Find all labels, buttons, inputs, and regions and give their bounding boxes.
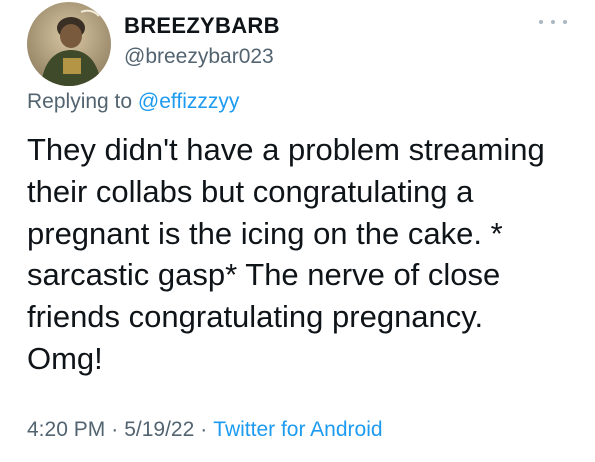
dot <box>551 20 555 24</box>
tweet-text-line: their collabs but congratulating a <box>27 173 474 209</box>
tweet-meta: 4:20 PM · 5/19/22 · Twitter for Android <box>27 418 383 442</box>
handle[interactable]: @breezybar023 <box>124 45 274 69</box>
tweet-text-line: pregnant is the icing on the cake. * <box>27 215 503 251</box>
tweet-text-line: sarcastic gasp* The nerve of close <box>27 257 501 293</box>
tweet-text-line: Omg! <box>27 340 103 376</box>
separator: · <box>200 418 208 441</box>
reply-mention-link[interactable]: @effizzzyy <box>138 90 239 113</box>
tweet-date[interactable]: 5/19/22 <box>124 418 194 441</box>
avatar-image <box>27 2 111 86</box>
tweet: BREEZYBARB @breezybar023 Replying to @ef… <box>0 0 595 462</box>
tweet-text: They didn't have a problem streaming the… <box>27 129 577 380</box>
display-name[interactable]: BREEZYBARB <box>124 13 280 39</box>
dot <box>539 20 543 24</box>
tweet-text-line: friends congratulating pregnancy. <box>27 299 484 335</box>
tweet-text-line: They didn't have a problem streaming <box>27 132 545 167</box>
more-options-icon[interactable] <box>539 12 567 32</box>
tweet-time[interactable]: 4:20 PM <box>27 418 105 441</box>
replying-to: Replying to @effizzzyy <box>27 90 239 114</box>
tweet-source-link[interactable]: Twitter for Android <box>213 418 382 441</box>
dot <box>563 20 567 24</box>
separator: · <box>111 418 119 441</box>
author-avatar[interactable] <box>27 2 111 86</box>
replying-prefix: Replying to <box>27 90 133 113</box>
